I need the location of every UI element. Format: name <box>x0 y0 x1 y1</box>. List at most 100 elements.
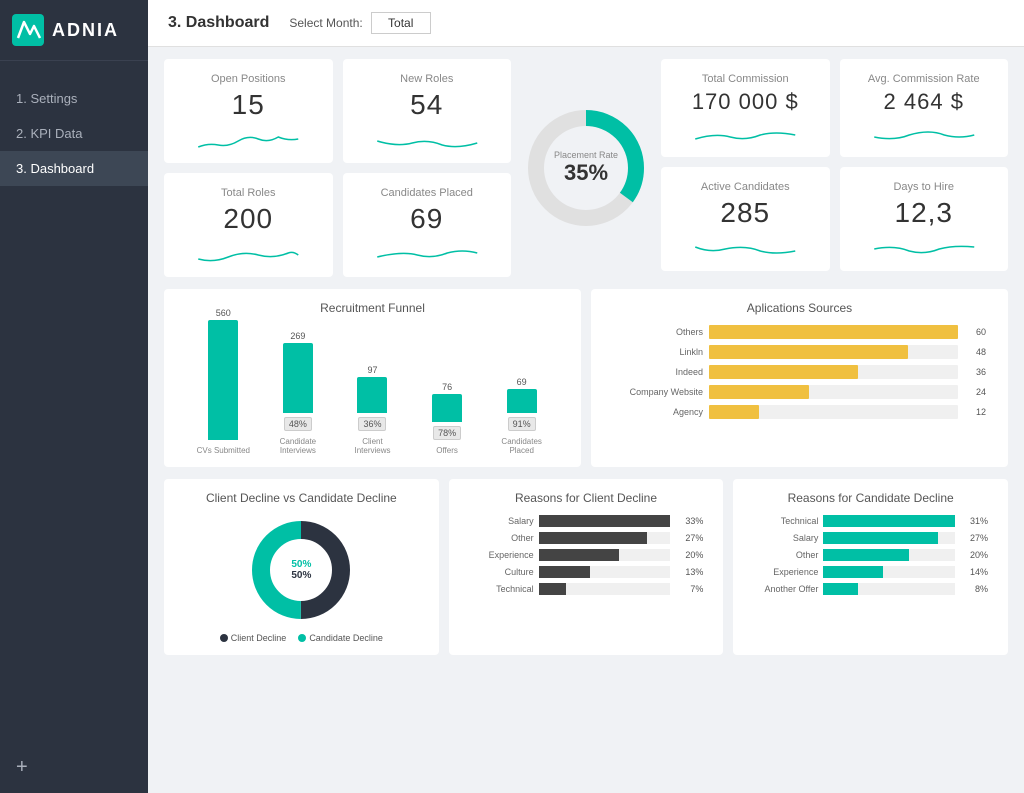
cand-decline-technical: Technical 31% <box>753 515 988 527</box>
client-decline-other: Other 27% <box>469 532 704 544</box>
sidebar-item-settings[interactable]: 1. Settings <box>0 81 148 116</box>
cand-decline-another-offer: Another Offer 8% <box>753 583 988 595</box>
funnel-bar-client-interviews: 97 36% Client Interviews <box>335 365 410 455</box>
decline-donut-chart: 50% 50% <box>246 515 356 625</box>
header: 3. Dashboard Select Month: Total <box>148 0 1024 47</box>
candidate-decline-card: Reasons for Candidate Decline Technical … <box>733 479 1008 655</box>
kpi-candidates-placed-value: 69 <box>359 203 496 235</box>
candidate-decline-legend-dot <box>298 634 306 642</box>
nav-items: 1. Settings 2. KPI Data 3. Dashboard <box>0 61 148 742</box>
placement-rate-value: 35% <box>554 160 618 186</box>
sidebar-item-dashboard[interactable]: 3. Dashboard <box>0 151 148 186</box>
logo-area: ADNIA <box>0 0 148 61</box>
sources-bars: Others 60 Linkln 48 Indeed 36 <box>605 325 994 419</box>
cand-decline-salary: Salary 27% <box>753 532 988 544</box>
source-linkedin: Linkln 48 <box>613 345 986 359</box>
kpi-avg-commission-label: Avg. Commission Rate <box>856 73 993 85</box>
sources-card: Aplications Sources Others 60 Linkln 48 … <box>591 289 1008 467</box>
kpi-days-to-hire-label: Days to Hire <box>856 181 993 193</box>
kpi-active-candidates-label: Active Candidates <box>677 181 814 193</box>
kpi-open-positions-value: 15 <box>180 89 317 121</box>
kpi-avg-commission: Avg. Commission Rate 2 464 $ <box>840 59 1009 157</box>
kpi-total-commission-value: 170 000 $ <box>677 89 814 115</box>
kpi-total-commission: Total Commission 170 000 $ <box>661 59 830 157</box>
days-to-hire-sparkline <box>856 237 993 261</box>
bottom-row: Client Decline vs Candidate Decline 50% <box>164 479 1008 655</box>
client-decline-salary: Salary 33% <box>469 515 704 527</box>
placement-rate-donut: Placement Rate 35% <box>521 59 651 277</box>
content-area: Open Positions 15 Total Roles 200 <box>148 47 1024 793</box>
kpi-new-roles: New Roles 54 <box>343 59 512 163</box>
client-decline-legend-label: Client Decline <box>231 633 287 643</box>
decline-donut-title: Client Decline vs Candidate Decline <box>178 491 425 505</box>
kpi-avg-commission-value: 2 464 $ <box>856 89 993 115</box>
month-select[interactable]: Total <box>371 12 431 34</box>
kpi-center-right: Total Commission 170 000 $ Active Candid… <box>661 59 830 277</box>
funnel-bars: 560 CVs Submitted 269 48% Candidate Inte… <box>178 325 567 455</box>
kpi-days-to-hire-value: 12,3 <box>856 197 993 229</box>
open-positions-sparkline <box>180 129 317 153</box>
client-decline-culture: Culture 13% <box>469 566 704 578</box>
kpi-right: Avg. Commission Rate 2 464 $ Days to Hir… <box>840 59 1009 277</box>
kpi-open-positions-label: Open Positions <box>180 73 317 85</box>
kpi-days-to-hire: Days to Hire 12,3 <box>840 167 1009 271</box>
main-content: 3. Dashboard Select Month: Total Open Po… <box>148 0 1024 793</box>
cand-decline-experience: Experience 14% <box>753 566 988 578</box>
kpi-new-roles-label: New Roles <box>359 73 496 85</box>
candidate-decline-title: Reasons for Candidate Decline <box>747 491 994 505</box>
new-roles-sparkline <box>359 129 496 153</box>
kpi-candidates-placed: Candidates Placed 69 <box>343 173 512 277</box>
kpi-new-roles-value: 54 <box>359 89 496 121</box>
kpi-total-roles-value: 200 <box>180 203 317 235</box>
filter-area: Select Month: Total <box>289 12 430 34</box>
candidates-placed-sparkline <box>359 243 496 267</box>
charts-row: Recruitment Funnel 560 CVs Submitted 269… <box>164 289 1008 467</box>
funnel-bar-candidate-interviews: 269 48% Candidate Interviews <box>261 331 336 455</box>
sidebar-plus-button[interactable]: + <box>0 742 148 793</box>
decline-donut-labels: 50% 50% <box>291 559 311 581</box>
source-agency: Agency 12 <box>613 405 986 419</box>
avg-commission-sparkline <box>856 123 993 147</box>
kpi-left: Open Positions 15 Total Roles 200 <box>164 59 333 277</box>
sidebar-item-kpi[interactable]: 2. KPI Data <box>0 116 148 151</box>
client-decline-experience: Experience 20% <box>469 549 704 561</box>
client-decline-legend-dot <box>220 634 228 642</box>
candidate-decline-bars: Technical 31% Salary 27% Other 20% <box>747 515 994 595</box>
kpi-active-candidates-value: 285 <box>677 197 814 229</box>
decline-legend: Client Decline Candidate Decline <box>220 633 383 643</box>
kpi-section: Open Positions 15 Total Roles 200 <box>164 59 1008 277</box>
logo-icon <box>12 14 44 46</box>
kpi-top-area: Open Positions 15 Total Roles 200 <box>164 59 1008 277</box>
total-commission-sparkline <box>677 123 814 147</box>
source-indeed: Indeed 36 <box>613 365 986 379</box>
client-decline-technical: Technical 7% <box>469 583 704 595</box>
source-others: Others 60 <box>613 325 986 339</box>
decline-donut-wrap: 50% 50% Client Decline Candidate Decline <box>178 515 425 643</box>
filter-label: Select Month: <box>289 16 362 30</box>
total-roles-sparkline <box>180 243 317 267</box>
client-decline-bars: Salary 33% Other 27% Experience 20% <box>463 515 710 595</box>
sources-title: Aplications Sources <box>605 301 994 315</box>
decline-donut-card: Client Decline vs Candidate Decline 50% <box>164 479 439 655</box>
kpi-active-candidates: Active Candidates 285 <box>661 167 830 271</box>
kpi-candidates-placed-label: Candidates Placed <box>359 187 496 199</box>
page-title: 3. Dashboard <box>168 14 269 32</box>
candidate-decline-legend-label: Candidate Decline <box>309 633 383 643</box>
kpi-open-positions: Open Positions 15 <box>164 59 333 163</box>
kpi-center-left: New Roles 54 Candidates Placed 69 <box>343 59 512 277</box>
client-decline-title: Reasons for Client Decline <box>463 491 710 505</box>
sidebar: ADNIA 1. Settings 2. KPI Data 3. Dashboa… <box>0 0 148 793</box>
recruitment-funnel-card: Recruitment Funnel 560 CVs Submitted 269… <box>164 289 581 467</box>
cand-decline-other: Other 20% <box>753 549 988 561</box>
kpi-total-commission-label: Total Commission <box>677 73 814 85</box>
placement-rate-label: Placement Rate <box>554 150 618 160</box>
logo-text: ADNIA <box>52 20 119 41</box>
active-candidates-sparkline <box>677 237 814 261</box>
funnel-bar-cvs: 560 CVs Submitted <box>186 308 261 455</box>
funnel-bar-offers: 76 78% Offers <box>410 382 485 455</box>
kpi-total-roles: Total Roles 200 <box>164 173 333 277</box>
kpi-total-roles-label: Total Roles <box>180 187 317 199</box>
funnel-bar-placed: 69 91% Candidates Placed <box>484 377 559 455</box>
client-decline-card: Reasons for Client Decline Salary 33% Ot… <box>449 479 724 655</box>
source-company-website: Company Website 24 <box>613 385 986 399</box>
